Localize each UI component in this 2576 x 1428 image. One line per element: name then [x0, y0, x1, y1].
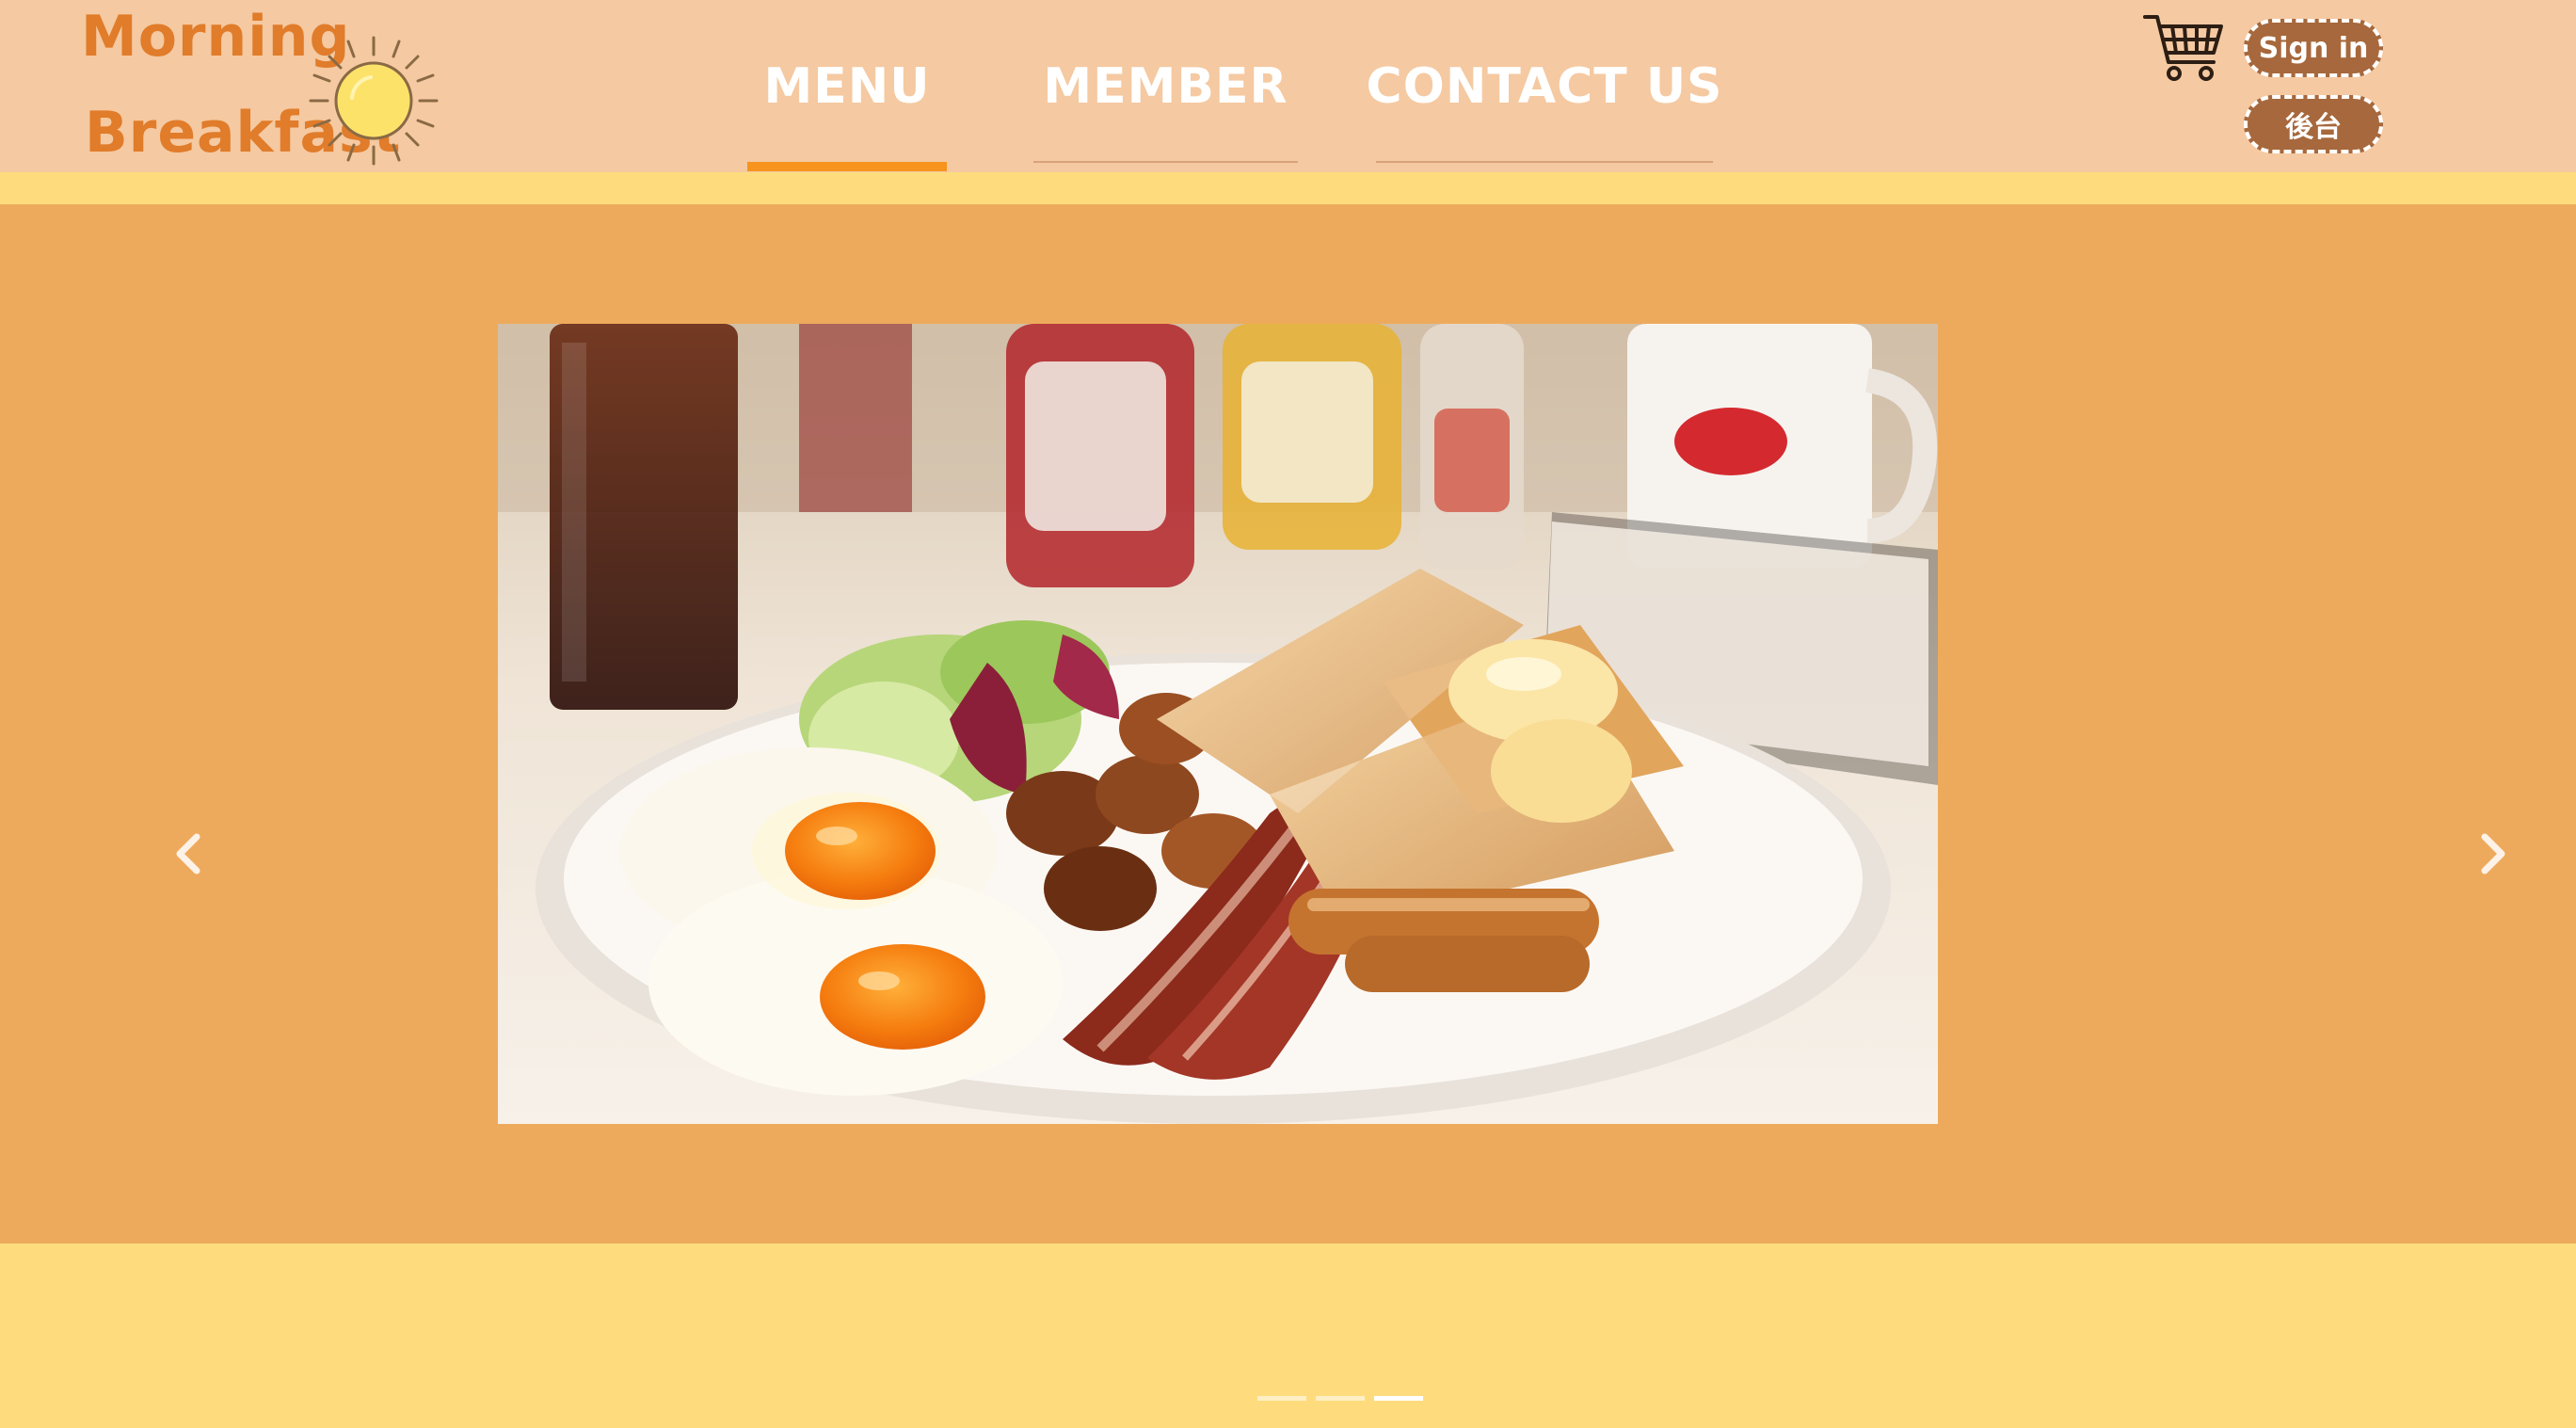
- nav-underline: [1376, 161, 1713, 163]
- nav-active-underline: [747, 162, 947, 171]
- nav-member[interactable]: MEMBER: [1033, 0, 1298, 172]
- chevron-right-icon[interactable]: [2464, 816, 2520, 891]
- nav-member-label: MEMBER: [1043, 57, 1288, 115]
- chevron-left-icon[interactable]: [161, 816, 217, 891]
- nav-underline: [1033, 161, 1298, 163]
- nav-menu[interactable]: MENU: [747, 0, 947, 172]
- carousel-slide-image: [498, 324, 1938, 1124]
- nav-contact-us[interactable]: CONTACT US: [1367, 0, 1722, 172]
- carousel-indicator[interactable]: [1257, 1396, 1306, 1401]
- header-divider-strip: [0, 172, 2576, 204]
- breakfast-plate-photo: [498, 324, 1938, 1124]
- carousel-indicator[interactable]: [1316, 1396, 1365, 1401]
- nav-contact-label: CONTACT US: [1366, 57, 1723, 115]
- carousel-indicator-active[interactable]: [1374, 1396, 1423, 1401]
- brand-logo[interactable]: Morning Breakfast: [81, 4, 448, 168]
- carousel-indicators: [1257, 1396, 1423, 1401]
- nav-menu-label: MENU: [763, 57, 931, 115]
- sun-icon: [309, 36, 439, 166]
- backend-button[interactable]: 後台: [2244, 95, 2383, 153]
- hero-carousel: [0, 204, 2576, 1243]
- sign-in-button[interactable]: Sign in: [2244, 19, 2383, 77]
- shopping-cart-icon[interactable]: [2142, 11, 2227, 87]
- site-header: Morning Breakfast MENU MEMBER CONTACT US…: [0, 0, 2576, 172]
